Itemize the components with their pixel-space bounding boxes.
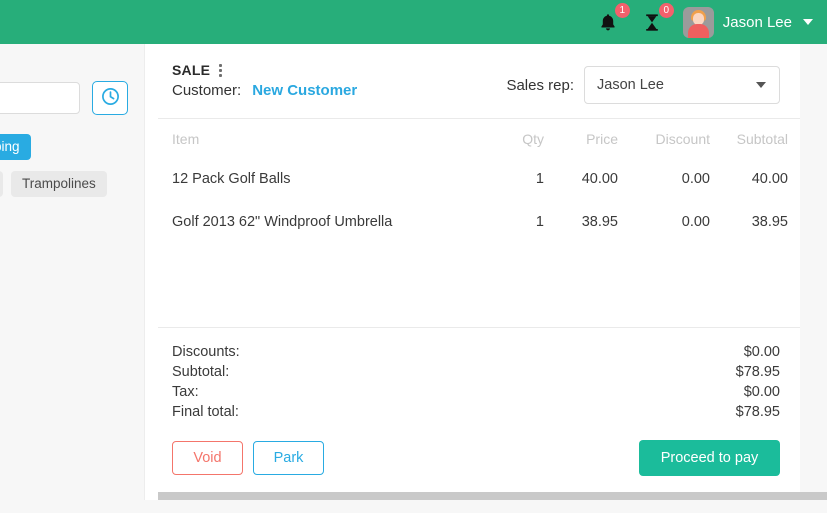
top-navigation-bar: 1 0 Jason Lee: [0, 0, 827, 44]
sale-kebab-menu-icon[interactable]: [217, 63, 224, 78]
totals-value-subtotal: $78.95: [735, 364, 780, 380]
totals-label-discounts: Discounts:: [172, 344, 240, 360]
search-input[interactable]: [0, 82, 80, 114]
category-tag-trampolines[interactable]: Trampolines: [11, 171, 107, 197]
pending-sales-badge: 0: [658, 3, 674, 18]
totals-label-final: Final total:: [172, 404, 239, 420]
totals-value-final: $78.95: [735, 404, 780, 420]
totals-section: Discounts: $0.00 Subtotal: $78.95 Tax: $…: [158, 328, 800, 428]
cart-items-body: 12 Pack Golf Balls 1 40.00 0.00 40.00 Go…: [158, 157, 800, 243]
row-actions-cell: [788, 200, 800, 243]
notifications-badge: 1: [614, 3, 630, 18]
hourglass-icon: [642, 12, 662, 33]
sales-rep-row: Sales rep: Jason Lee: [506, 62, 780, 104]
clock-icon: [101, 87, 120, 109]
totals-value-discounts: $0.00: [743, 344, 780, 360]
cart-header: SALE Customer: New Customer Sales rep: J…: [158, 44, 800, 119]
row-item-name: Golf 2013 62" Windproof Umbrella: [172, 213, 393, 230]
category-tag-row-selected: Shipping: [0, 134, 31, 160]
column-header-qty: Qty: [522, 131, 544, 147]
row-item-discount: 0.00: [681, 213, 710, 230]
totals-label-subtotal: Subtotal:: [172, 364, 230, 380]
sale-cart-card: SALE Customer: New Customer Sales rep: J…: [158, 44, 800, 492]
row-item-name: 12 Pack Golf Balls: [172, 170, 291, 187]
column-header-actions: [788, 119, 800, 157]
category-tag-shipping[interactable]: Shipping: [0, 134, 31, 160]
category-tag-truncated[interactable]: l: [0, 171, 3, 197]
pending-sales-button[interactable]: 0: [639, 3, 674, 35]
notifications-button[interactable]: 1: [595, 3, 630, 35]
column-header-subtotal: Subtotal: [736, 131, 788, 147]
table-row[interactable]: 12 Pack Golf Balls 1 40.00 0.00 40.00: [158, 157, 800, 200]
cart-items-area: Item Qty Price Discount Subtotal 12 Pack…: [158, 119, 800, 328]
column-header-item: Item: [172, 131, 200, 147]
bottom-background-strip: [0, 500, 827, 513]
user-avatar: [682, 6, 714, 38]
left-catalog-panel: Shipping l Trampolines: [0, 44, 144, 502]
proceed-to-pay-button[interactable]: Proceed to pay: [639, 440, 780, 476]
horizontal-scrollbar[interactable]: [158, 492, 827, 500]
card-left-gutter: [144, 44, 158, 502]
chevron-down-icon: [756, 82, 766, 88]
row-item-subtotal: 40.00: [751, 170, 788, 187]
table-row[interactable]: Golf 2013 62" Windproof Umbrella 1 38.95…: [158, 200, 800, 243]
row-actions-cell: [788, 157, 800, 200]
new-customer-link[interactable]: New Customer: [252, 82, 357, 99]
sale-history-button[interactable]: [92, 81, 128, 115]
totals-value-tax: $0.00: [743, 384, 780, 400]
table-header-row: Item Qty Price Discount Subtotal: [158, 119, 800, 157]
row-item-price: 38.95: [581, 213, 618, 230]
row-kebab-menu-icon[interactable]: [798, 218, 800, 233]
totals-label-tax: Tax:: [172, 384, 199, 400]
park-button[interactable]: Park: [253, 441, 324, 475]
totals-row-discounts: Discounts: $0.00: [172, 342, 780, 362]
totals-row-tax: Tax: $0.00: [172, 382, 780, 402]
customer-row: Customer: New Customer: [172, 82, 357, 99]
customer-label: Customer:: [172, 82, 242, 99]
search-row: [0, 81, 128, 115]
chevron-down-icon: [803, 19, 813, 25]
row-item-qty: 1: [535, 170, 544, 187]
sales-rep-select[interactable]: Jason Lee: [584, 66, 780, 104]
right-background-strip: [800, 44, 827, 492]
pos-sale-screen: 1 0 Jason Lee ing Trampolines SALE Custo…: [0, 0, 827, 513]
sale-info: SALE Customer: New Customer: [172, 62, 357, 99]
bell-icon: [598, 12, 618, 33]
totals-row-final: Final total: $78.95: [172, 402, 780, 422]
sale-title: SALE: [172, 62, 211, 78]
cart-items-head: Item Qty Price Discount Subtotal: [158, 119, 800, 157]
totals-row-subtotal: Subtotal: $78.95: [172, 362, 780, 382]
topbar-actions: 1 0 Jason Lee: [595, 3, 813, 38]
user-menu[interactable]: Jason Lee: [682, 6, 813, 38]
row-kebab-menu-icon[interactable]: [798, 175, 800, 190]
sale-title-row: SALE: [172, 62, 357, 78]
sales-rep-label: Sales rep:: [506, 76, 574, 94]
row-item-discount: 0.00: [681, 170, 710, 187]
cart-action-buttons: Void Park Proceed to pay: [158, 428, 800, 492]
row-item-price: 40.00: [581, 170, 618, 187]
column-header-discount: Discount: [655, 131, 710, 147]
column-header-price: Price: [586, 131, 618, 147]
row-item-subtotal: 38.95: [751, 213, 788, 230]
cart-items-table: Item Qty Price Discount Subtotal 12 Pack…: [158, 119, 800, 243]
row-item-qty: 1: [535, 213, 544, 230]
user-name-label: Jason Lee: [722, 13, 792, 31]
void-button[interactable]: Void: [172, 441, 243, 475]
sales-rep-value: Jason Lee: [597, 77, 664, 93]
category-tag-row: l Trampolines: [0, 171, 107, 197]
